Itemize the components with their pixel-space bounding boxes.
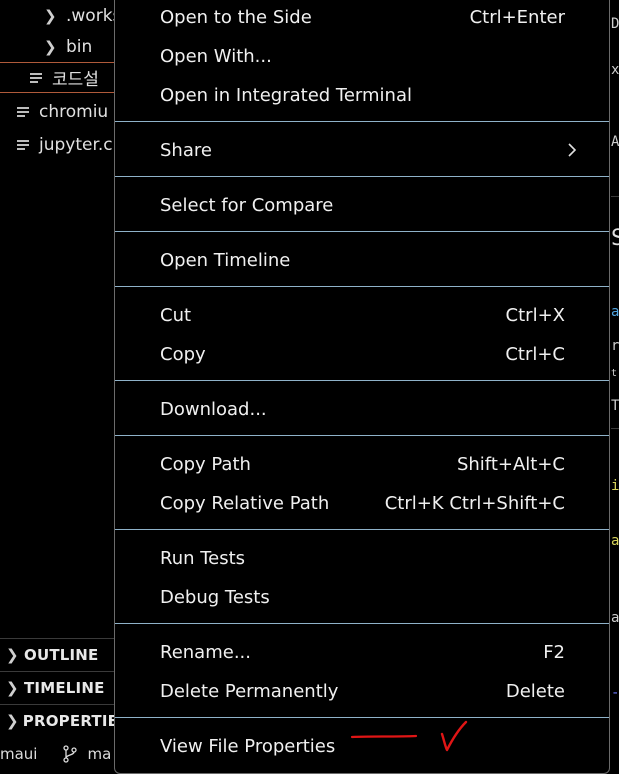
menu-item-open-in-terminal[interactable]: Open in Integrated Terminal xyxy=(115,78,609,112)
menu-separator xyxy=(115,231,609,232)
menu-separator xyxy=(115,176,609,177)
editor-fragment: a xyxy=(611,610,619,626)
panel-outline[interactable]: ❯ OUTLINE xyxy=(0,638,116,671)
menu-item-copy-relative-path[interactable]: Copy Relative Path Ctrl+K Ctrl+Shift+C xyxy=(115,486,609,520)
editor-fragment: t xyxy=(611,368,618,379)
editor-fragment: AN xyxy=(611,134,619,150)
chevron-right-icon: ❯ xyxy=(44,6,57,25)
tree-item-file-selected[interactable]: 코드설 xyxy=(0,62,116,93)
menu-item-rename[interactable]: Rename... F2 xyxy=(115,635,609,669)
file-lines-icon xyxy=(17,106,29,117)
editor-fragment: - xyxy=(611,685,619,701)
status-bar: maui ma xyxy=(0,738,116,769)
menu-separator xyxy=(115,380,609,381)
menu-item-copy[interactable]: Copy Ctrl+C xyxy=(115,337,609,371)
panel-timeline[interactable]: ❯ TIMELINE xyxy=(0,671,116,704)
tree-item-file[interactable]: chromiu xyxy=(17,96,108,127)
menu-item-open-timeline[interactable]: Open Timeline xyxy=(115,243,609,277)
menu-item-cut[interactable]: Cut Ctrl+X xyxy=(115,298,609,332)
chevron-right-icon: ❯ xyxy=(44,37,57,56)
editor-fragment: r xyxy=(611,338,619,354)
menu-item-debug-tests[interactable]: Debug Tests xyxy=(115,580,609,614)
menu-separator xyxy=(115,623,609,624)
file-lines-icon xyxy=(30,72,42,83)
menu-separator xyxy=(115,286,609,287)
red-checkmark-annotation xyxy=(440,720,468,752)
menu-item-share[interactable]: Share xyxy=(115,133,609,167)
editor-fragment: T xyxy=(611,398,619,414)
tree-item-folder[interactable]: ❯ .works xyxy=(44,0,121,31)
menu-separator xyxy=(115,717,609,718)
editor-fragment: D xyxy=(611,16,619,32)
menu-item-open-with[interactable]: Open With... xyxy=(115,39,609,73)
chevron-right-icon: ❯ xyxy=(6,712,19,730)
menu-item-open-to-side[interactable]: Open to the Side Ctrl+Enter xyxy=(115,0,609,34)
status-branch[interactable]: ma xyxy=(87,745,111,763)
git-branch-icon[interactable] xyxy=(63,744,78,763)
menu-item-download[interactable]: Download... xyxy=(115,392,609,426)
menu-separator xyxy=(115,435,609,436)
status-project[interactable]: maui xyxy=(0,745,37,763)
editor-fragment: xt xyxy=(611,62,619,78)
editor-fragment: a xyxy=(611,304,619,320)
chevron-right-icon: ❯ xyxy=(6,679,19,697)
menu-item-run-tests[interactable]: Run Tests xyxy=(115,541,609,575)
menu-separator xyxy=(115,121,609,122)
chevron-right-icon xyxy=(563,139,581,161)
tree-item-file[interactable]: jupyter.c xyxy=(17,129,113,160)
editor-fragment: i xyxy=(611,478,619,494)
menu-item-copy-path[interactable]: Copy Path Shift+Alt+C xyxy=(115,447,609,481)
file-lines-icon xyxy=(17,139,29,150)
editor-fragment: a xyxy=(611,533,619,549)
context-menu: Open to the Side Ctrl+Enter Open With...… xyxy=(114,0,610,774)
menu-item-select-for-compare[interactable]: Select for Compare xyxy=(115,188,609,222)
chevron-right-icon: ❯ xyxy=(6,646,19,664)
editor-divider xyxy=(611,428,619,429)
editor-divider xyxy=(611,196,619,197)
menu-separator xyxy=(115,529,609,530)
red-underline-annotation xyxy=(350,734,418,739)
menu-item-delete-permanently[interactable]: Delete Permanently Delete xyxy=(115,674,609,708)
panel-properties[interactable]: ❯ PROPERTIES xyxy=(0,704,129,737)
editor-fragment: S xyxy=(611,226,619,251)
tree-item-folder[interactable]: ❯ bin xyxy=(44,31,92,62)
